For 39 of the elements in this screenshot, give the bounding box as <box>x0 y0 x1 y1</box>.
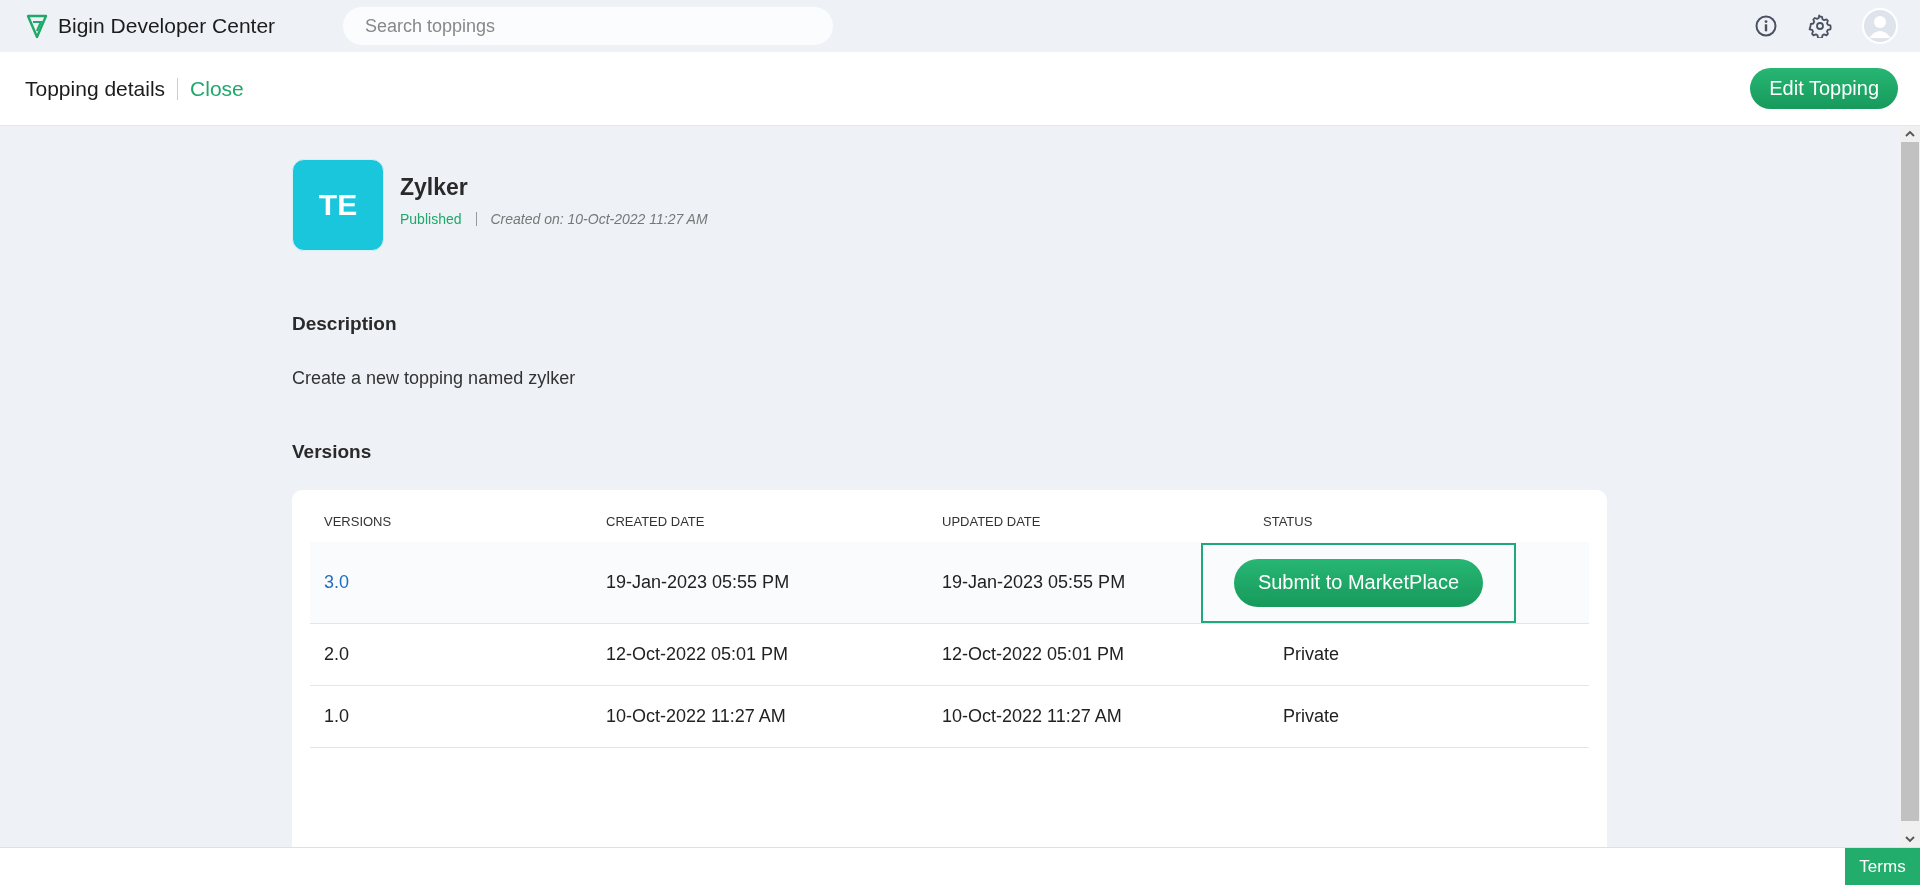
settings-icon[interactable] <box>1808 14 1832 38</box>
table-row[interactable]: 3.0 19-Jan-2023 05:55 PM 19-Jan-2023 05:55 PM Submit to MarketPlace <box>310 542 1589 624</box>
section-heading: Versions <box>292 441 373 463</box>
version-link[interactable]: 3.0 <box>310 572 592 593</box>
page-title: Topping details <box>25 76 166 101</box>
created-date: Created on: 10-Oct-2022 11:27 AM <box>490 211 708 227</box>
topping-name: Zylker <box>400 174 469 201</box>
table-row[interactable]: 2.0 12-Oct-2022 05:01 PM 12-Oct-2022 05:01 PM Private <box>310 624 1589 686</box>
table-cell-text: Private <box>1282 644 1340 664</box>
logo-icon <box>26 13 48 39</box>
topping-logo-tile: TE <box>292 159 384 251</box>
scroll-down-icon[interactable] <box>1905 835 1915 843</box>
app-title: Bigin Developer Center <box>58 14 276 38</box>
table-cell-text: 19-Jan-2023 05:55 PM <box>941 572 1127 593</box>
close-link[interactable]: Close <box>190 76 244 101</box>
table-cell-text: 12-Oct-2022 05:01 PM <box>605 644 790 665</box>
column-header: VERSIONS <box>323 513 393 529</box>
table-cell-text: 12-Oct-2022 05:01 PM <box>941 644 1126 665</box>
submit-button[interactable]: Submit to MarketPlace <box>1233 558 1484 607</box>
table-cell-text: 10-Oct-2022 11:27 AM <box>605 706 787 727</box>
edit-topping-button[interactable]: Edit Topping <box>1750 68 1898 109</box>
description-text: Create a new topping named zylker <box>292 368 577 389</box>
section-heading: Description <box>292 313 398 335</box>
table-cell-text: Private <box>1282 706 1340 726</box>
scroll-up-icon[interactable] <box>1905 130 1915 138</box>
table-row[interactable]: 1.0 10-Oct-2022 11:27 AM 10-Oct-2022 11:27 AM Private <box>310 686 1589 748</box>
table-cell-text: 1.0 <box>323 706 351 727</box>
terms-button[interactable]: Terms <box>1845 848 1920 885</box>
column-header: STATUS <box>1263 513 1314 529</box>
info-icon[interactable] <box>1754 14 1778 38</box>
table-cell-text: 2.0 <box>323 644 351 665</box>
status-label: Published <box>400 211 462 227</box>
scrollbar[interactable] <box>1900 126 1920 847</box>
search-field[interactable]: Search toppings <box>343 7 833 45</box>
table-cell-text: 19-Jan-2023 05:55 PM <box>605 572 791 593</box>
scrollbar-thumb[interactable] <box>1901 142 1919 821</box>
column-header: CREATED DATE <box>605 513 706 529</box>
column-header: UPDATED DATE <box>941 513 1042 529</box>
table-cell-text: 10-Oct-2022 11:27 AM <box>941 706 1123 727</box>
